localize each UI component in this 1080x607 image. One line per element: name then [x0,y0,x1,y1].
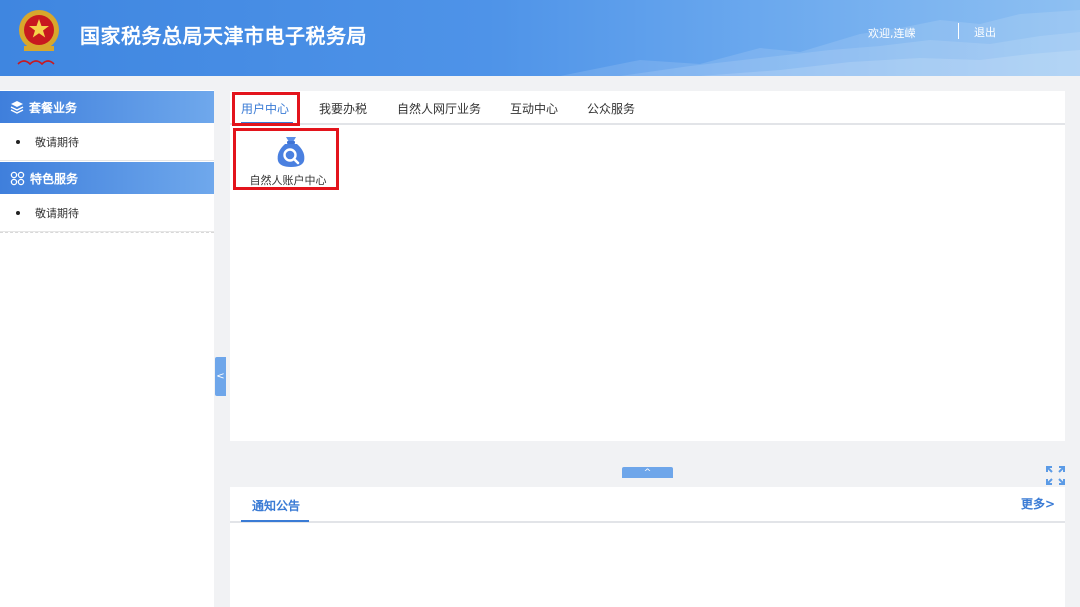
grid-icon [10,171,25,185]
highlight-box-tab [232,92,300,126]
tab-individual-hall[interactable]: 自然人网厅业务 [397,100,481,117]
site-title: 国家税务总局天津市电子税务局 [80,24,367,48]
sidebar-section-title: 套餐业务 [29,100,78,115]
bullet-icon [16,139,20,144]
notice-panel: 通知公告 更多> [230,487,1065,607]
tab-bar: 用户中心 我要办税 自然人网厅业务 互动中心 公众服务 [230,91,1065,125]
tab-notices[interactable]: 通知公告 [252,497,300,514]
fullscreen-icon[interactable] [1045,465,1066,486]
tax-emblem-icon [17,10,59,66]
active-tab-indicator [241,520,309,522]
notice-tab-bar: 通知公告 更多> [230,487,1065,523]
header-banner: 国家税务总局天津市电子税务局 欢迎,连嵘 退出 [0,0,1080,76]
sidebar-item-label: 敬请期待 [35,135,79,149]
divider [0,232,214,233]
layers-icon [10,101,24,114]
tab-tax-filing[interactable]: 我要办税 [319,100,367,117]
welcome-text: 欢迎,连嵘 [868,27,916,40]
sidebar-item-coming-soon[interactable]: 敬请期待 [0,123,214,161]
sidebar-item-coming-soon[interactable]: 敬请期待 [0,194,214,232]
expand-panel-button[interactable]: ^ [622,467,673,478]
more-link[interactable]: 更多> [1021,495,1055,512]
sidebar-collapse-button[interactable]: < [215,357,226,396]
sidebar-section-package[interactable]: 套餐业务 [0,91,214,123]
sidebar-section-title: 特色服务 [30,171,79,186]
tab-public-service[interactable]: 公众服务 [587,100,635,117]
sidebar-item-label: 敬请期待 [35,206,79,220]
header-divider [958,23,959,39]
sidebar-section-special[interactable]: 特色服务 [0,162,214,194]
bullet-icon [16,210,20,215]
main-panel: 用户中心 我要办税 自然人网厅业务 互动中心 公众服务 自然人账户中心 [230,91,1065,441]
tab-interaction-center[interactable]: 互动中心 [510,100,558,117]
logout-link[interactable]: 退出 [974,24,996,40]
sidebar: 套餐业务 敬请期待 特色服务 敬请期待 [0,90,214,607]
highlight-box-app [233,128,339,190]
